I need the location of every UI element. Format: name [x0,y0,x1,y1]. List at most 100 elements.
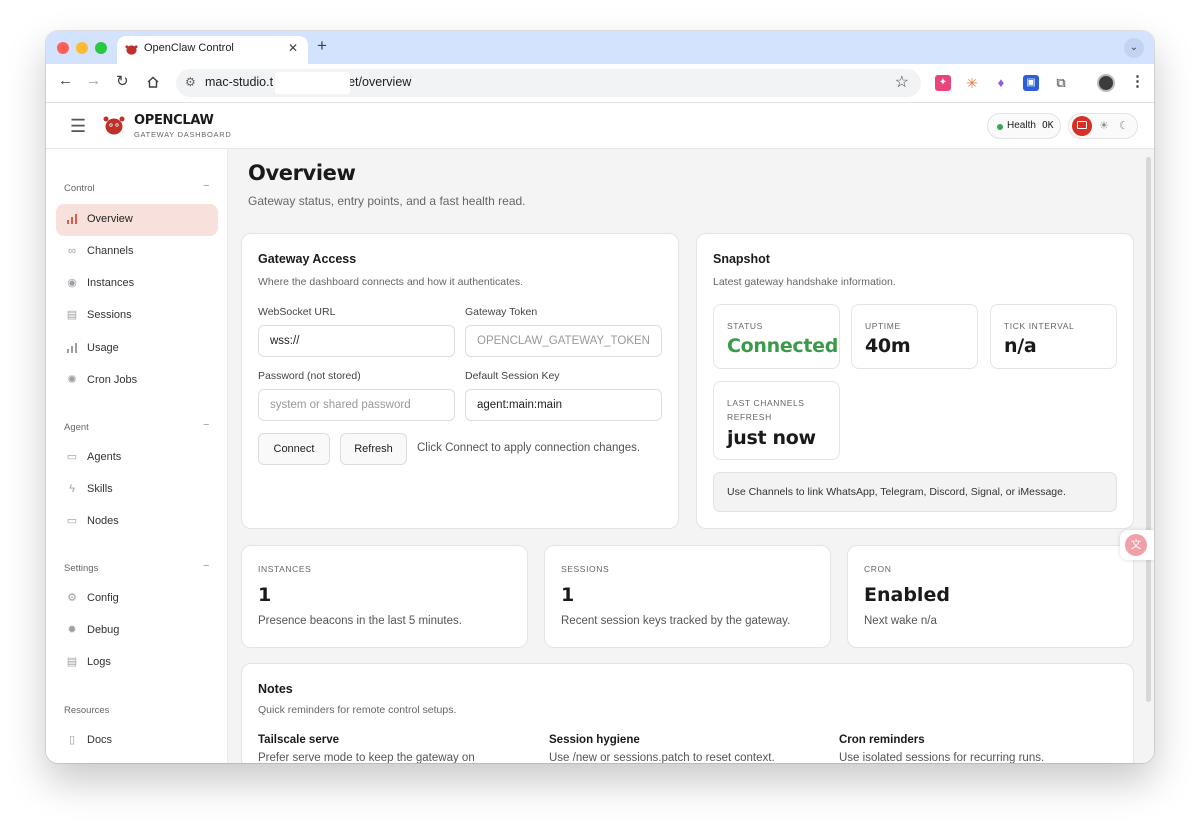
stat-value: 40m [865,335,911,357]
card-description: Presence beacons in the last 5 minutes. [258,615,462,627]
link-icon: ∞ [68,245,76,257]
sidebar-item-label: Cron Jobs [87,374,138,386]
menu-hamburger-icon[interactable]: ☰ [70,116,86,137]
radio-icon: ◉ [67,277,77,289]
card-title: Notes [258,682,293,696]
gateway-token-input[interactable]: OPENCLAW_GATEWAY_TOKEN [465,325,662,357]
sidebar-item-usage[interactable]: Usage [56,333,218,365]
sidebar-item-cron-jobs[interactable]: ✺ Cron Jobs [56,365,218,397]
tab-close-icon[interactable]: ✕ [288,41,298,55]
reload-icon[interactable]: ↻ [116,72,129,90]
sidebar-item-overview[interactable]: Overview [56,204,218,236]
bar-chart-icon [67,343,77,353]
session-key-input[interactable]: agent:main:main [465,389,662,421]
password-input[interactable]: system or shared password [258,389,455,421]
url-redaction [275,72,350,94]
sidebar-item-debug[interactable]: ✹ Debug [56,615,218,647]
stat-label: STATUS [727,321,763,331]
stat-value: n/a [1004,335,1037,357]
sidebar-item-sessions[interactable]: ▤ Sessions [56,300,218,332]
card-value: Enabled [864,584,950,606]
note-heading: Tailscale serve [258,734,339,746]
stat-value: Connected [727,335,839,357]
sidebar-item-instances[interactable]: ◉ Instances [56,268,218,300]
extension-burst-icon[interactable]: ✳ [964,75,980,91]
site-info-icon[interactable]: ⚙ [185,75,196,89]
card-label: CRON [864,564,892,574]
forward-arrow-icon[interactable]: → [86,72,101,89]
stat-tick-interval: TICK INTERVAL n/a [990,304,1117,369]
scroll-icon: ▤ [66,656,78,668]
extension-blue-icon[interactable]: ▣ [1023,75,1039,91]
health-value: OK [1042,120,1054,131]
app-header: ☰ OPENCLAW GATEWAY DASHBOARD Health OK ☀… [46,103,1154,149]
brand-name: OPENCLAW [134,113,214,128]
folder-icon: ▭ [66,451,78,463]
card-label: INSTANCES [258,564,312,574]
sidebar-item-docs[interactable]: ▯ Docs [56,725,218,757]
minimize-window-button[interactable] [76,42,88,54]
note-text: Use /new or sessions.patch to reset cont… [549,752,775,763]
theme-dark-moon-icon[interactable]: ☾ [1119,119,1129,132]
tab-search-chevron-icon[interactable]: ⌄ [1124,38,1144,58]
snapshot-card: Snapshot Latest gateway handshake inform… [696,233,1134,529]
sidebar-item-label: Nodes [87,515,119,527]
stat-label: TICK INTERVAL [1004,321,1075,331]
websocket-url-input[interactable]: wss:// [258,325,455,357]
sidebar-item-skills[interactable]: ϟ Skills [56,474,218,506]
card-description: Next wake n/a [864,615,937,627]
sidebar-section-control: Control [64,183,95,194]
sidebar-item-label: Instances [87,277,135,289]
collapse-agent-toggle[interactable]: − [203,419,209,431]
bar-chart-icon [67,214,77,224]
password-label: Password (not stored) [258,370,361,382]
close-window-button[interactable] [57,42,69,54]
bookmark-star-icon[interactable]: ☆ [895,72,909,92]
sidebar-item-label: Channels [87,245,134,257]
main-content: Overview Gateway status, entry points, a… [228,149,1154,763]
sidebar-item-label: Debug [87,624,120,636]
browser-window: OpenClaw Control ✕ + ⌄ ← → ↻ ⚙ mac-studi… [46,31,1154,763]
bolt-icon: ϟ [69,483,75,495]
address-bar[interactable]: ⚙ mac-studio.t et/overview ☆ [176,69,921,97]
collapse-settings-toggle[interactable]: − [203,560,209,572]
page-subtitle: Gateway status, entry points, and a fast… [248,194,526,208]
sidebar-item-label: Logs [87,656,111,668]
gateway-token-label: Gateway Token [465,306,538,318]
card-description: Recent session keys tracked by the gatew… [561,615,791,627]
sidebar-item-config[interactable]: ⚙ Config [56,583,218,615]
theme-light-sun-icon[interactable]: ☀ [1099,119,1109,132]
refresh-button[interactable]: Refresh [340,433,407,465]
sidebar-item-label: Skills [87,483,113,495]
card-subtitle: Latest gateway handshake information. [713,276,896,288]
extension-pink-icon[interactable]: ✦ [935,75,951,91]
note-text: Use isolated sessions for recurring runs… [839,752,1045,763]
sidebar-item-channels[interactable]: ∞ Channels [56,236,218,268]
card-title: Snapshot [713,252,770,266]
maximize-window-button[interactable] [95,42,107,54]
back-arrow-icon[interactable]: ← [58,72,73,89]
openclaw-favicon-icon [125,45,138,55]
collapse-control-toggle[interactable]: − [203,180,209,192]
stat-value: just now [727,427,816,449]
file-icon: ▤ [66,309,78,321]
sidebar-item-logs[interactable]: ▤ Logs [56,647,218,679]
sidebar-item-agents[interactable]: ▭ Agents [56,442,218,474]
translate-widget[interactable]: 文 [1120,530,1154,560]
connect-button[interactable]: Connect [258,433,330,465]
sidebar-item-label: Docs [87,734,113,746]
extensions-puzzle-icon[interactable]: ⧉ [1053,75,1069,91]
browser-tab[interactable]: OpenClaw Control ✕ [117,36,308,64]
new-tab-button[interactable]: + [317,36,327,56]
sidebar-item-nodes[interactable]: ▭ Nodes [56,506,218,538]
main-scrollbar[interactable] [1146,157,1151,702]
browser-menu-icon[interactable]: ⋮ [1130,72,1145,90]
home-icon[interactable] [146,75,160,89]
sidebar-section-agent: Agent [64,422,89,433]
health-label: Health [1007,120,1036,131]
theme-system-button[interactable] [1072,116,1092,136]
profile-avatar[interactable] [1097,74,1115,92]
brand-subtitle: GATEWAY DASHBOARD [134,130,232,139]
extension-flask-icon[interactable]: ♦ [993,75,1009,91]
stat-last-channels-refresh: LAST CHANNELS REFRESH just now [713,381,840,460]
